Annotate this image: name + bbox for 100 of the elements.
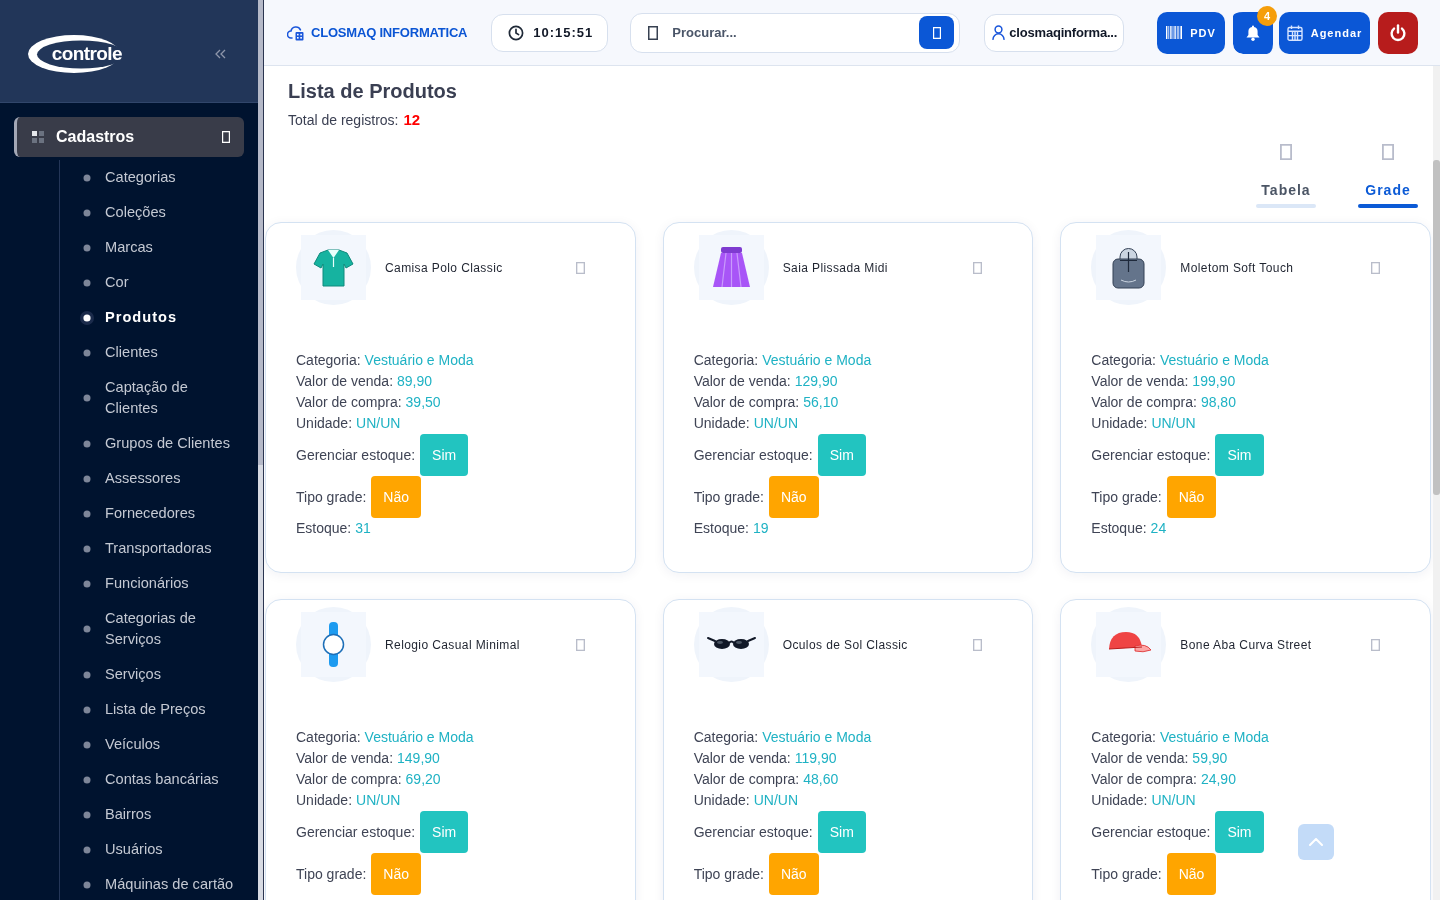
rectangle-outline-icon [222,131,230,143]
product-name: Moletom Soft Touch [1180,260,1295,275]
status-badge: Sim [817,811,866,853]
cloud-icon [287,24,305,41]
field-value: 24,90 [1200,770,1236,789]
field-label: Gerenciar estoque: [693,445,813,465]
field-label: Valor de venda: [296,372,394,391]
view-tab[interactable]: Tabela [1256,140,1316,208]
sidebar-item[interactable]: Assessores [80,461,244,496]
product-name: Bone Aba Curva Street [1180,637,1313,652]
menu-group[interactable]: Cadastros [14,117,244,157]
field-value: UN/UN [753,791,799,810]
company-name: CLOSMAQ INFORMATICA [311,25,468,40]
field-label: Gerenciar estoque: [1091,445,1211,465]
clock-icon [508,24,525,41]
field-value: Vestuário e Moda [1159,728,1269,747]
power-icon [1389,23,1407,42]
field-value: 48,60 [803,770,839,789]
field-label: Tipo grade: [693,487,764,507]
rectangle-outline-icon[interactable] [575,638,585,651]
status-badge: Não [768,853,819,895]
field-label: Tipo grade: [296,487,367,507]
bag-icon [1091,230,1167,305]
field-label: Gerenciar estoque: [693,822,813,842]
field-value: 39,50 [405,393,441,412]
field-value: 59,90 [1192,749,1228,768]
logout-button[interactable] [1378,11,1418,54]
rectangle-outline-icon[interactable] [973,638,983,651]
field-value: Vestuário e Moda [364,351,474,370]
field-label: Valor de venda: [693,749,791,768]
sidebar-item[interactable]: Marcas [80,230,244,265]
field-label: Unidade: [693,414,750,433]
sidebar-item[interactable]: Veículos [80,727,244,762]
rectangle-outline-icon [648,25,659,40]
field-label: Unidade: [1091,414,1148,433]
field-label: Gerenciar estoque: [296,822,416,842]
sidebar-item[interactable]: Produtos [80,300,244,335]
field-label: Unidade: [1091,791,1148,810]
field-value: 89,90 [397,372,433,391]
sidebar-item[interactable]: Fornecedores [80,496,244,531]
field-label: Valor de compra: [296,770,402,789]
sidebar-item[interactable]: Contas bancárias [80,762,244,797]
sidebar-item[interactable]: Categorias [80,160,244,195]
view-tab[interactable]: Grade [1358,140,1418,208]
status-badge: Não [768,476,819,518]
user-icon [992,25,1006,40]
collapse-icon[interactable] [214,49,226,59]
cap-icon [1091,607,1167,682]
sidebar-item[interactable]: Categorias de Serviços [80,601,244,657]
time-text: 10:15:51 [533,25,594,40]
scrollbar-thumb[interactable] [258,0,263,465]
field-value: 199,90 [1192,372,1236,391]
shirt-icon [296,230,371,305]
sidebar-item[interactable]: Cor [80,265,244,300]
field-label: Valor de compra: [693,393,800,412]
sidebar-item[interactable]: Funcionários [80,566,244,601]
scroll-top-button[interactable] [1298,824,1334,860]
schedule-button[interactable]: Agendar [1279,11,1370,54]
product-name: Camisa Polo Classic [385,260,504,275]
search-field[interactable]: Procurar... [630,12,961,53]
field-label: Unidade: [693,791,750,810]
sidebar-item[interactable]: Lista de Preços [80,692,244,727]
field-value: UN/UN [753,414,799,433]
logo: controle [28,35,122,73]
scrollbar-thumb[interactable] [1433,160,1440,495]
field-value: UN/UN [1151,414,1196,433]
rectangle-outline-icon [1382,144,1394,160]
rectangle-outline-icon[interactable] [973,261,983,274]
field-value: Vestuário e Moda [762,351,872,370]
sidebar-item[interactable]: Bairros [80,797,244,832]
pdv-button[interactable]: PDV [1157,11,1225,54]
sidebar-item[interactable]: Transportadoras [80,531,244,566]
field-label: Valor de venda: [1091,372,1189,391]
status-badge: Sim [1215,434,1264,476]
field-label: Categoria: [296,728,361,747]
field-label: Unidade: [296,414,353,433]
sidebar-item[interactable]: Serviços [80,657,244,692]
field-value: 19 [752,519,769,538]
chevron-up-icon [1309,838,1323,846]
field-value: 31 [355,519,371,538]
search-input[interactable]: Procurar... [672,23,912,42]
field-value: 69,20 [405,770,441,789]
field-label: Valor de venda: [693,372,791,391]
rectangle-outline-icon[interactable] [1371,638,1380,651]
sidebar-item[interactable]: Captação de Clientes [80,370,244,426]
field-label: Categoria: [693,728,759,747]
field-label: Tipo grade: [1091,487,1162,507]
search-button[interactable] [919,16,955,49]
field-label: Estoque: [296,519,352,538]
rectangle-outline-icon [1280,144,1292,160]
rectangle-outline-icon[interactable] [575,261,585,274]
sidebar-item[interactable]: Grupos de Clientes [80,426,244,461]
sunglasses-icon [693,607,769,682]
sidebar-item[interactable]: Coleções [80,195,244,230]
field-value: 129,90 [794,372,838,391]
sidebar-item[interactable]: Máquinas de cartão [80,867,244,900]
sidebar-item[interactable]: Usuários [80,832,244,867]
rectangle-outline-icon[interactable] [1371,261,1380,274]
sidebar-item[interactable]: Clientes [80,335,244,370]
user-menu[interactable]: closmaqinforma... [984,13,1125,52]
